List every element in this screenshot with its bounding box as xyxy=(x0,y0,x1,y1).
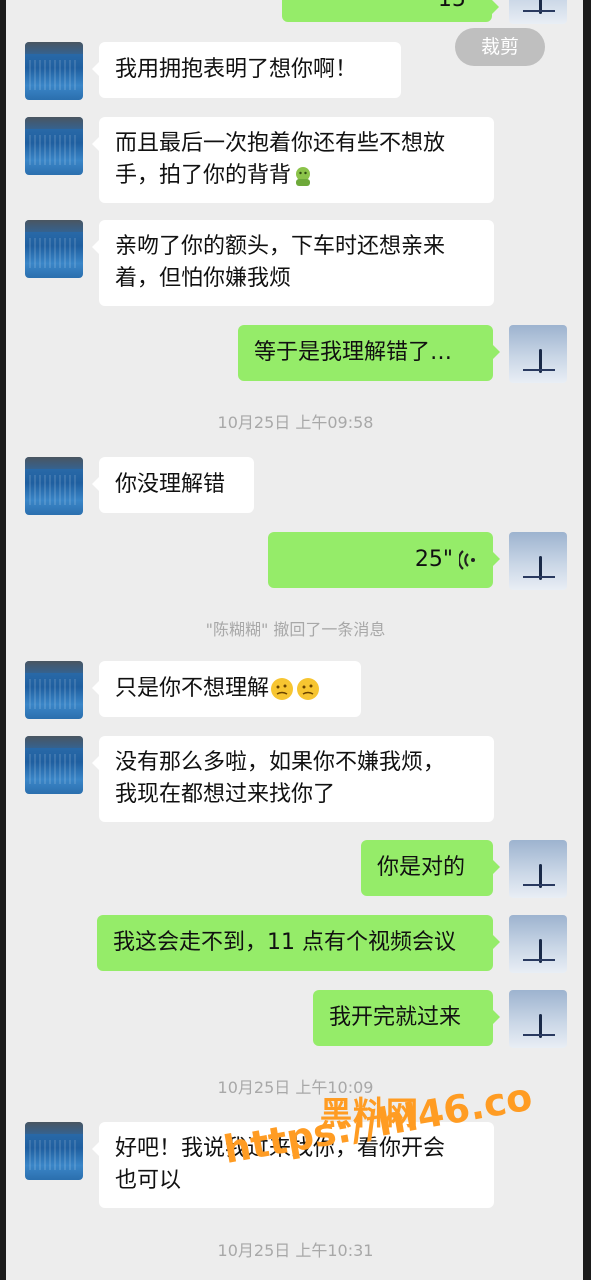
avatar-self[interactable] xyxy=(509,840,567,898)
avatar-contact[interactable] xyxy=(25,1122,83,1180)
avatar-contact[interactable] xyxy=(25,457,83,515)
timestamp: 10月25日 上午10:09 xyxy=(217,1078,374,1097)
message-bubble-received[interactable]: 只是你不想理解 xyxy=(92,661,361,717)
message-text: 我用拥抱表明了想你啊！ xyxy=(115,57,358,82)
message-bubble-sent[interactable]: 你是对的 xyxy=(361,840,500,896)
avatar-contact[interactable] xyxy=(25,117,83,175)
avatar-self[interactable] xyxy=(509,0,567,24)
green-face-emoji-icon xyxy=(291,164,315,188)
message-text-line: 没有那么多啦，如果你不嫌我烦， xyxy=(115,750,446,775)
message-text: 我这会走不到，11 点有个视频会议 xyxy=(113,930,456,955)
avatar-contact[interactable] xyxy=(25,661,83,719)
message-bubble-received[interactable]: 亲吻了你的额头，下车时还想亲来 着，但怕你嫌我烦 xyxy=(92,220,494,306)
voice-wave-icon xyxy=(457,549,477,571)
message-text-line: 手，拍了你的背背 xyxy=(115,160,478,192)
message-text-line: 也可以 xyxy=(115,1168,182,1193)
avatar-self[interactable] xyxy=(509,325,567,383)
system-notice-recalled: "陈糊糊" 撤回了一条消息 xyxy=(205,620,386,639)
message-bubble-received[interactable]: 你没理解错 xyxy=(92,457,254,513)
message-bubble-sent-voice[interactable]: 25" xyxy=(268,532,500,588)
thinking-face-emoji-icon xyxy=(295,676,321,702)
message-bubble-sent[interactable]: 等于是我理解错了… xyxy=(238,325,500,381)
avatar-contact[interactable] xyxy=(25,220,83,278)
crop-button[interactable]: 裁剪 xyxy=(455,28,545,66)
avatar-self[interactable] xyxy=(509,532,567,590)
message-text-line: 而且最后一次抱着你还有些不想放 xyxy=(115,131,446,156)
message-bubble-received[interactable]: 好吧！我说我过来找你，看你开会 也可以 xyxy=(92,1122,494,1208)
message-bubble-received[interactable]: 我用拥抱表明了想你啊！ xyxy=(92,42,401,98)
message-text-line: 我现在都想过来找你了 xyxy=(115,782,336,807)
avatar-contact[interactable] xyxy=(25,42,83,100)
voice-duration: 25" xyxy=(414,547,453,572)
timestamp: 10月25日 上午09:58 xyxy=(217,413,374,432)
avatar-self[interactable] xyxy=(509,915,567,973)
message-bubble-sent[interactable]: 我这会走不到，11 点有个视频会议 xyxy=(97,915,500,971)
message-text: 等于是我理解错了… xyxy=(254,340,453,365)
message-bubble-received[interactable]: 而且最后一次抱着你还有些不想放 手，拍了你的背背 xyxy=(92,117,494,203)
message-bubble-sent-voice-partial[interactable]: 15" xyxy=(282,0,499,22)
message-bubble-sent[interactable]: 我开完就过来 xyxy=(313,990,500,1046)
avatar-self[interactable] xyxy=(509,990,567,1048)
avatar-contact[interactable] xyxy=(25,736,83,794)
message-text: 我开完就过来 xyxy=(329,1005,462,1030)
thinking-face-emoji-icon xyxy=(269,676,295,702)
message-text-line: 着，但怕你嫌我烦 xyxy=(115,266,292,291)
message-text-line: 亲吻了你的额头，下车时还想亲来 xyxy=(115,234,446,259)
message-text: 只是你不想理解 xyxy=(115,673,345,705)
voice-duration-partial: 15" xyxy=(438,0,476,12)
message-bubble-received[interactable]: 没有那么多啦，如果你不嫌我烦， 我现在都想过来找你了 xyxy=(92,736,494,822)
message-text: 你是对的 xyxy=(377,855,466,880)
timestamp: 10月25日 上午10:31 xyxy=(217,1241,374,1260)
message-text-line: 好吧！我说我过来找你，看你开会 xyxy=(115,1136,446,1161)
message-text: 你没理解错 xyxy=(115,472,226,497)
